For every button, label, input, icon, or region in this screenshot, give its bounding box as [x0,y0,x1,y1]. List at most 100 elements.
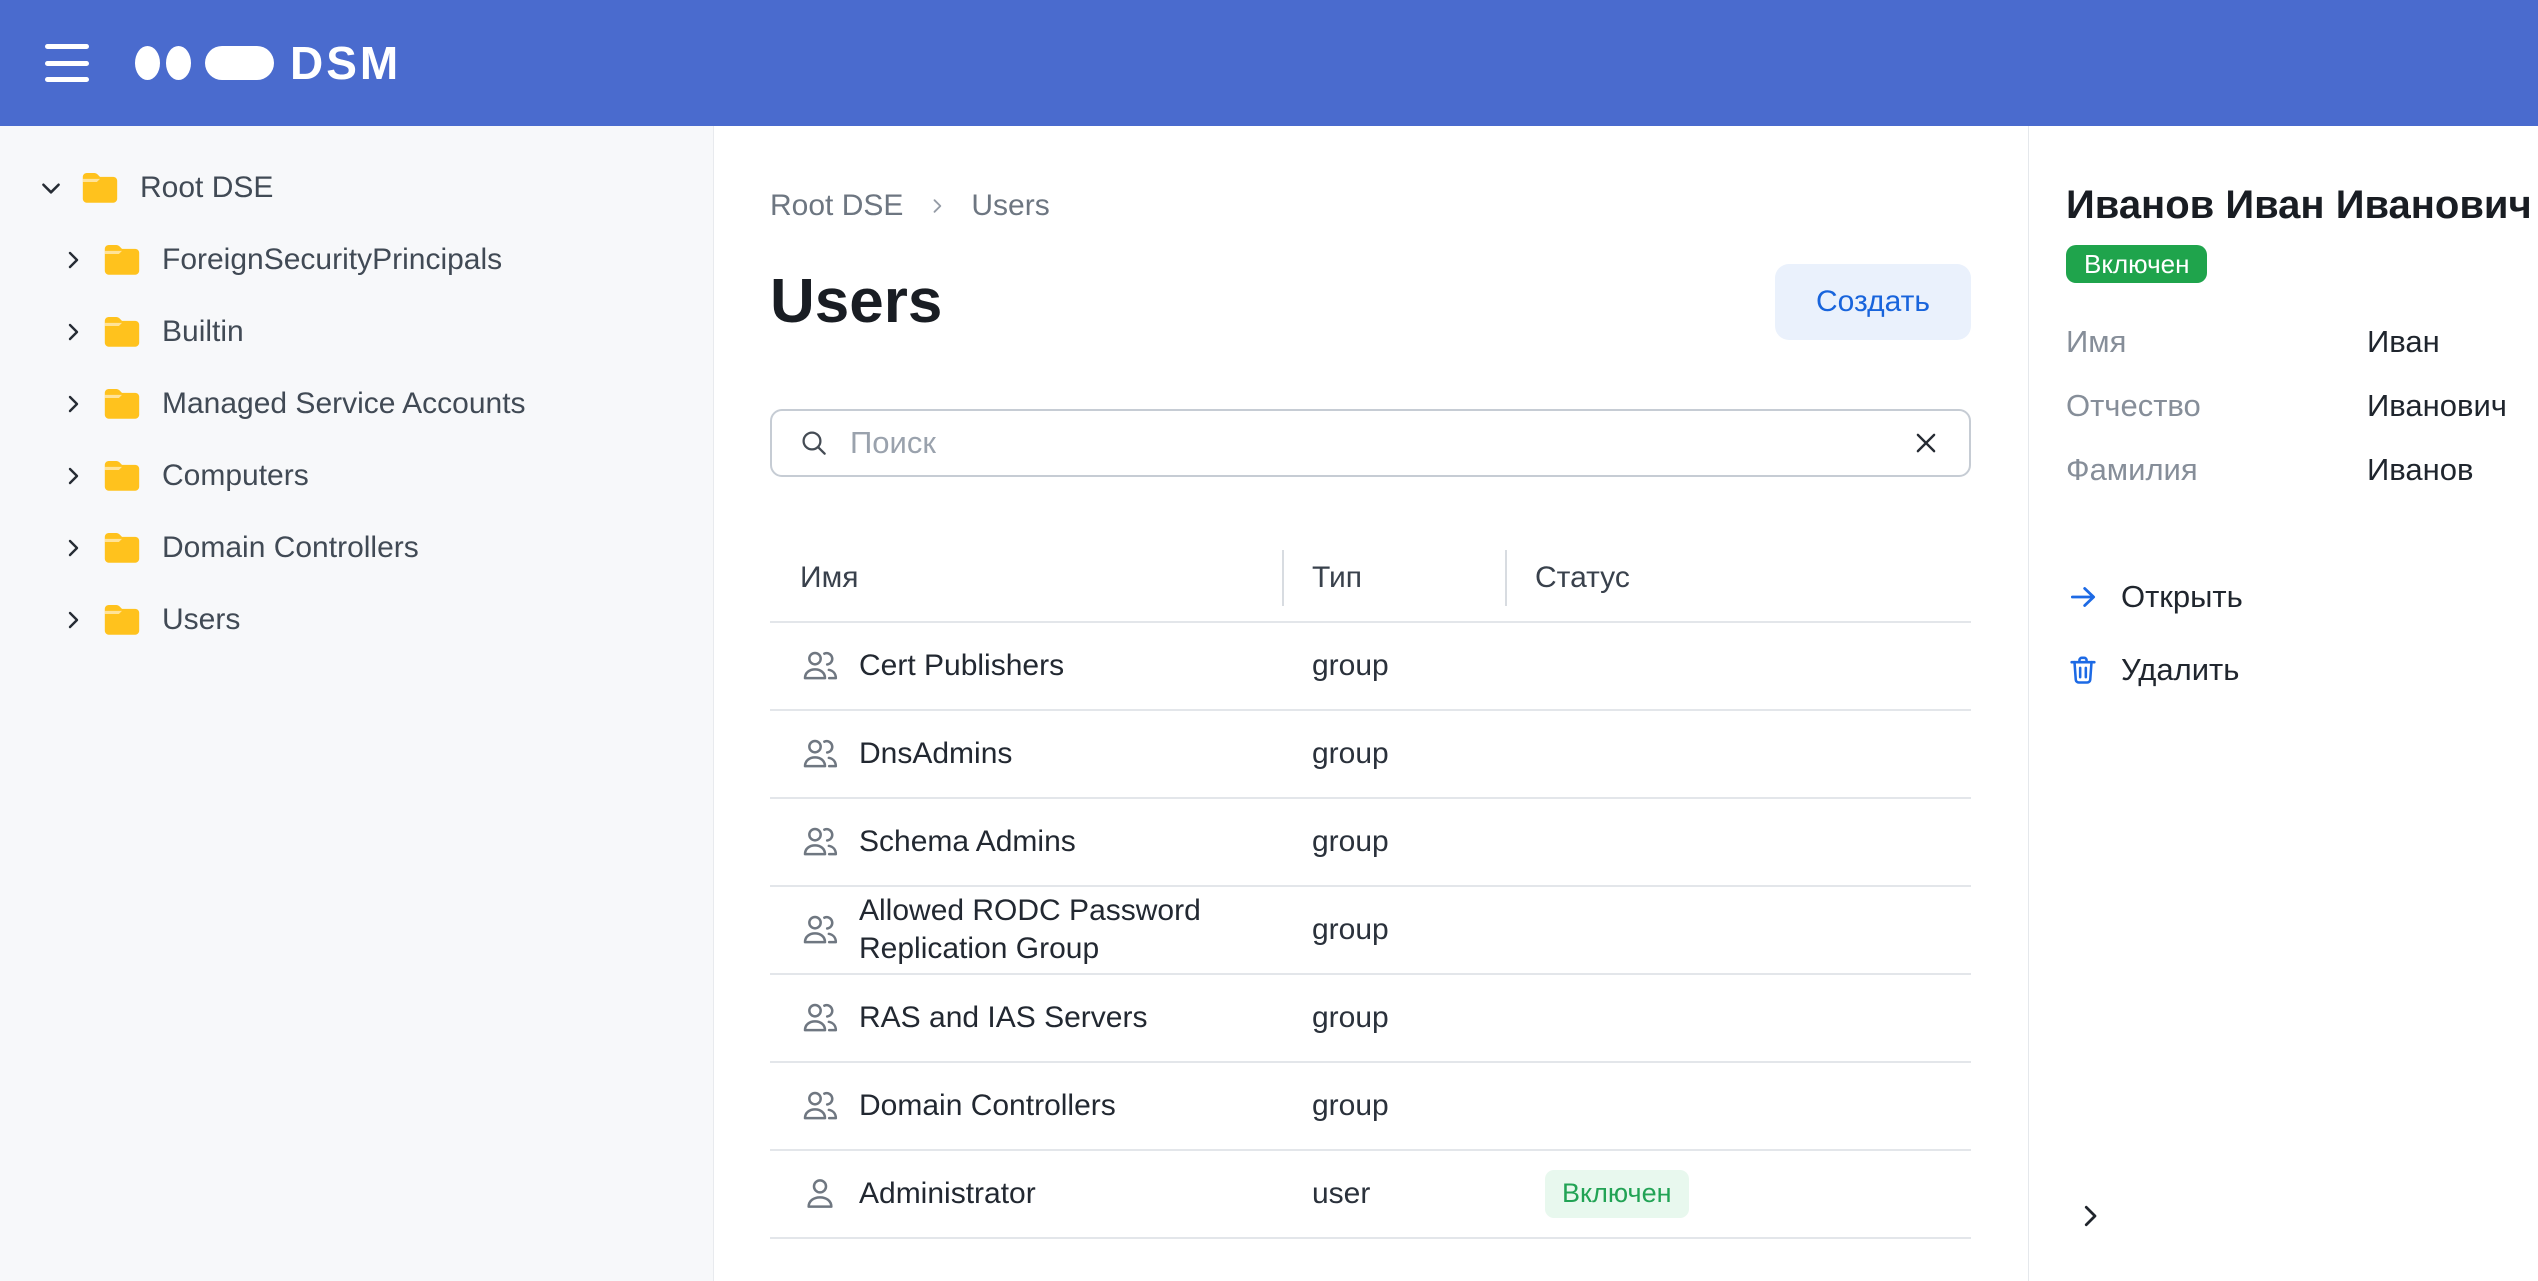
column-header-status: Статус [1505,534,1971,621]
chevron-right-icon[interactable] [60,391,86,417]
logo-dot-icon [166,46,191,80]
row-type: group [1282,825,1505,859]
folder-icon [102,530,142,566]
row-name: Cert Publishers [859,647,1064,685]
chevron-right-icon [927,196,947,216]
tree-item[interactable]: Domain Controllers [0,512,713,584]
search-input[interactable] [850,425,1911,461]
search-box [770,409,1971,477]
breadcrumb-users[interactable]: Users [971,188,1049,224]
table-row[interactable]: Schema Admins group [770,799,1971,887]
create-button[interactable]: Создать [1775,264,1971,340]
row-name: Domain Controllers [859,1087,1116,1125]
group-icon [800,998,840,1038]
detail-field-row: Фамилия Иванов [2066,449,2518,491]
table-row[interactable]: DnsAdmins group [770,711,1971,799]
row-type: group [1282,1089,1505,1123]
trash-icon [2066,653,2100,687]
page-title: Users [770,267,942,337]
tree-item-label: Domain Controllers [162,531,419,565]
user-icon [800,1174,840,1214]
group-icon [800,910,840,950]
detail-actions: Открыть Удалить [2066,576,2518,691]
tree-item[interactable]: Computers [0,440,713,512]
brand-name: DSM [290,40,401,86]
folder-icon [80,170,120,206]
hamburger-menu-icon[interactable] [45,44,89,82]
sidebar-tree: Root DSE ForeignSecurityPrincipals Built… [0,126,714,1281]
delete-action[interactable]: Удалить [2066,649,2518,691]
status-badge: Включен [2066,245,2207,283]
group-icon [800,646,840,686]
tree-item[interactable]: ForeignSecurityPrincipals [0,224,713,296]
clear-search-icon[interactable] [1911,428,1941,458]
tree-item[interactable]: Managed Service Accounts [0,368,713,440]
detail-fields: Имя Иван Отчество Иванович Фамилия Ивано… [2066,321,2518,491]
row-name: RAS and IAS Servers [859,999,1147,1037]
topbar: DSM [0,0,2538,126]
search-icon [798,427,830,459]
tree-item-label: ForeignSecurityPrincipals [162,243,502,277]
chevron-right-icon[interactable] [60,607,86,633]
column-header-name: Имя [770,534,1282,621]
folder-icon [102,602,142,638]
detail-field-row: Отчество Иванович [2066,385,2518,427]
breadcrumb: Root DSE Users [770,188,1971,224]
app-logo: DSM [135,40,401,86]
table-row[interactable]: Allowed RODC Password Replication Group … [770,887,1971,975]
open-action[interactable]: Открыть [2066,576,2518,618]
table-row[interactable]: Cert Publishers group [770,623,1971,711]
tree-item[interactable]: Builtin [0,296,713,368]
field-label: Отчество [2066,385,2367,427]
field-value: Иванович [2367,385,2518,427]
chevron-right-icon[interactable] [60,247,86,273]
open-action-label: Открыть [2121,579,2243,615]
field-value: Иван [2367,321,2518,363]
chevron-right-icon[interactable] [60,535,86,561]
row-name: Allowed RODC Password Replication Group [859,892,1258,968]
detail-title: Иванов Иван Иванович [2066,180,2518,230]
table-header: Имя Тип Статус [770,534,1971,623]
users-table: Имя Тип Статус Cert Publishers group Dns… [770,534,1971,1239]
chevron-right-icon[interactable] [60,319,86,345]
row-name: DnsAdmins [859,735,1012,773]
field-label: Фамилия [2066,449,2367,491]
chevron-down-icon[interactable] [38,175,64,201]
row-type: group [1282,913,1505,947]
arrow-right-icon [2066,580,2100,614]
group-icon [800,734,840,774]
row-status-badge: Включен [1545,1170,1689,1218]
row-type: user [1282,1177,1505,1211]
detail-panel: Иванов Иван Иванович Включен Имя Иван От… [2028,126,2538,1281]
row-type: group [1282,1001,1505,1035]
tree-item[interactable]: Users [0,584,713,656]
row-type: group [1282,737,1505,771]
detail-field-row: Имя Иван [2066,321,2518,363]
chevron-right-icon[interactable] [60,463,86,489]
logo-dot-icon [135,46,160,80]
folder-icon [102,386,142,422]
tree-item-root-dse[interactable]: Root DSE [0,152,713,224]
tree-item-label: Managed Service Accounts [162,387,526,421]
column-header-type: Тип [1282,534,1505,621]
folder-icon [102,242,142,278]
group-icon [800,822,840,862]
row-type: group [1282,649,1505,683]
table-row[interactable]: Administrator user Включен [770,1151,1971,1239]
logo-pill-icon [205,46,274,80]
main-content: Root DSE Users Users Создать Имя Тип Ста… [714,126,2028,1281]
tree-item-label: Users [162,603,240,637]
group-icon [800,1086,840,1126]
tree-item-label: Root DSE [140,171,273,205]
row-name: Schema Admins [859,823,1076,861]
folder-icon [102,314,142,350]
breadcrumb-root-dse[interactable]: Root DSE [770,188,903,224]
delete-action-label: Удалить [2121,652,2239,688]
folder-icon [102,458,142,494]
row-name: Administrator [859,1175,1036,1213]
field-value: Иванов [2367,449,2518,491]
table-row[interactable]: Domain Controllers group [770,1063,1971,1151]
table-body: Cert Publishers group DnsAdmins group Sc… [770,623,1971,1239]
collapse-panel-chevron-icon[interactable] [2073,1199,2107,1233]
table-row[interactable]: RAS and IAS Servers group [770,975,1971,1063]
